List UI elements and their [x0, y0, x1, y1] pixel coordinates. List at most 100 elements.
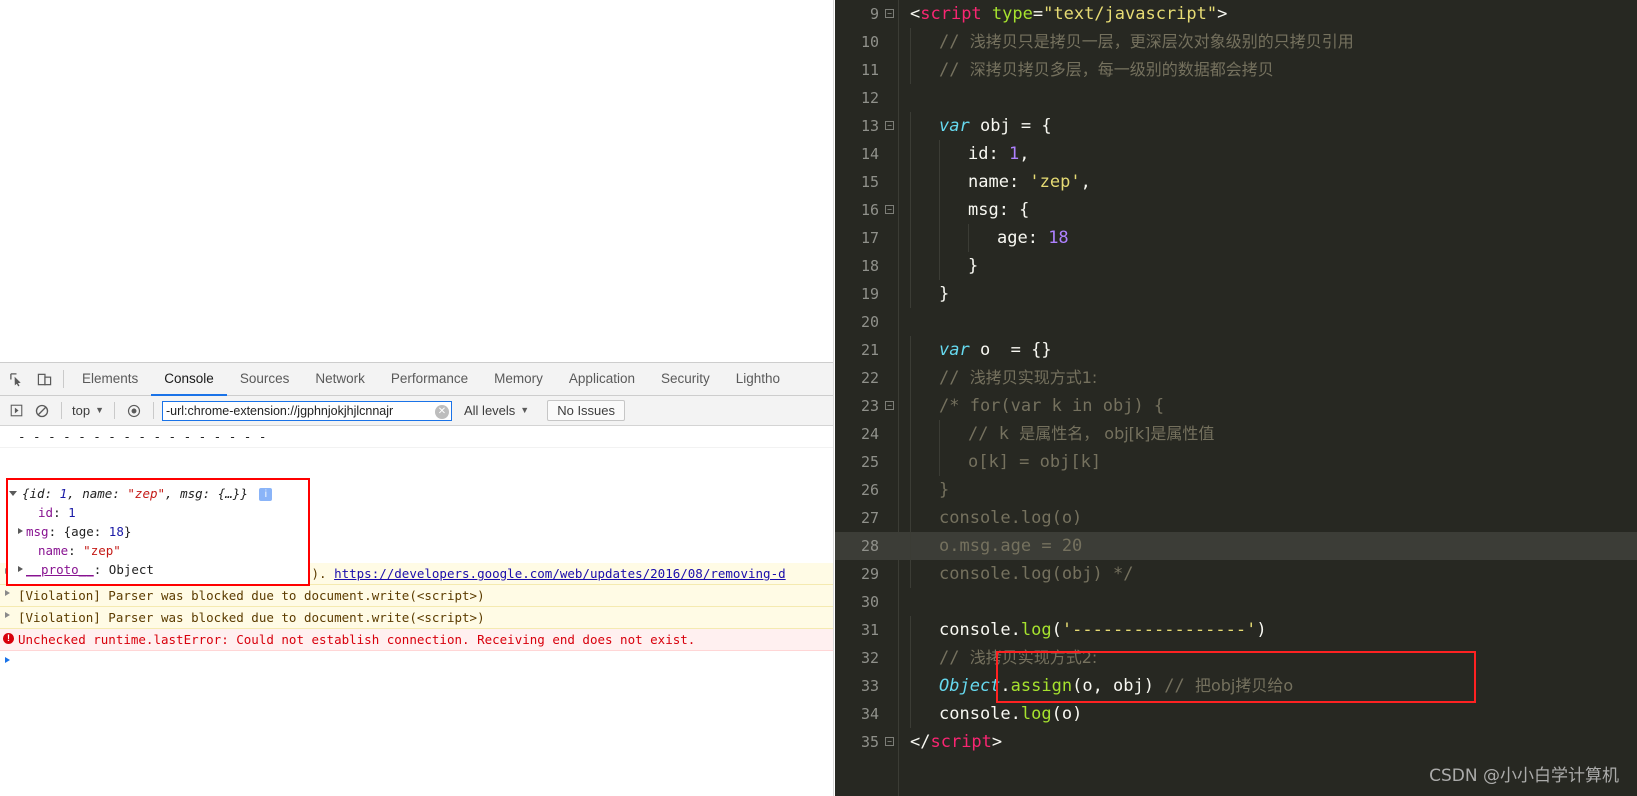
- code-line[interactable]: 9− <script type="text/javascript">: [835, 0, 1637, 28]
- code-editor-pane[interactable]: 9− <script type="text/javascript"> 10 // 浅拷…: [835, 0, 1637, 796]
- code-text: // 深拷贝拷贝多层，每一级别的数据都会拷贝: [939, 56, 1274, 84]
- code-text: // 浅拷贝只是拷贝一层，更深层次对象级别的只拷贝引用: [939, 28, 1354, 56]
- line-number: 9: [869, 5, 879, 23]
- code-line[interactable]: 25 o[k] = obj[k]: [835, 448, 1637, 476]
- code-line[interactable]: 12: [835, 84, 1637, 112]
- code-line[interactable]: 27 console.log(o): [835, 504, 1637, 532]
- console-row-dashes: - - - - - - - - - - - - - - - - -: [0, 426, 833, 448]
- line-number: 34: [860, 705, 879, 723]
- message-link[interactable]: https://developers.google.com/web/update…: [334, 566, 786, 581]
- code-line[interactable]: 31 console.log('-----------------'): [835, 616, 1637, 644]
- code-line[interactable]: 21 var o = {}: [835, 336, 1637, 364]
- expand-triangle-icon[interactable]: [18, 566, 23, 572]
- collapse-triangle-icon[interactable]: [9, 491, 17, 499]
- code-token: obj = {: [969, 116, 1052, 136]
- expand-triangle-icon[interactable]: [18, 528, 23, 534]
- tab-label: Performance: [390, 371, 469, 386]
- line-number: 10: [860, 33, 879, 51]
- code-text: // 浅拷贝实现方式2:: [939, 644, 1097, 672]
- tab-application[interactable]: Application: [556, 363, 648, 396]
- tab-network[interactable]: Network: [302, 363, 378, 396]
- code-token: 浅拷贝实现方式2:: [969, 648, 1098, 667]
- code-line[interactable]: 11 // 深拷贝拷贝多层，每一级别的数据都会拷贝: [835, 56, 1637, 84]
- property-separator: :: [68, 543, 84, 558]
- tab-lighthouse[interactable]: Lightho: [723, 363, 793, 396]
- line-number: 24: [860, 425, 879, 443]
- context-label: top: [72, 403, 91, 418]
- clear-console-icon[interactable]: [29, 398, 55, 424]
- fold-toggle-icon[interactable]: −: [885, 121, 894, 130]
- code-line[interactable]: 23− /* for(var k in obj) {: [835, 392, 1637, 420]
- code-line[interactable]: 30: [835, 588, 1637, 616]
- code-line[interactable]: 26}: [835, 476, 1637, 504]
- log-level-dropdown[interactable]: All levels ▼: [458, 403, 535, 418]
- code-token: }: [939, 284, 950, 304]
- expand-arrow-icon[interactable]: [5, 590, 10, 596]
- code-token: name:: [968, 172, 1030, 192]
- info-badge-icon[interactable]: i: [259, 488, 273, 501]
- console-prompt[interactable]: [0, 651, 833, 663]
- tab-sources[interactable]: Sources: [227, 363, 303, 396]
- code-line[interactable]: 32 // 浅拷贝实现方式2:: [835, 644, 1637, 672]
- object-preview-line[interactable]: {id: 1, name: "zep", msg: {…}} i: [8, 484, 308, 503]
- code-token: </: [910, 732, 931, 752]
- tab-elements[interactable]: Elements: [69, 363, 151, 396]
- indent-guide: [939, 168, 940, 196]
- indent-guide: [939, 140, 940, 168]
- tab-label: Console: [164, 371, 214, 386]
- console-filter-input[interactable]: -url:chrome-extension://jgphnjokjhjlcnna…: [162, 400, 452, 421]
- execute-console-icon[interactable]: [3, 398, 29, 424]
- code-line[interactable]: 34 console.log(o): [835, 700, 1637, 728]
- code-token: }: [939, 480, 950, 500]
- object-property-msg[interactable]: msg: {age: 18}: [8, 522, 308, 541]
- code-line[interactable]: 33 Object.assign(o, obj) // 把obj拷贝给o: [835, 672, 1637, 700]
- line-number: 22: [860, 369, 879, 387]
- code-line[interactable]: 14 id: 1,: [835, 140, 1637, 168]
- live-expression-eye-icon[interactable]: [121, 398, 147, 424]
- inspect-element-icon[interactable]: [2, 363, 30, 395]
- line-number: 31: [860, 621, 879, 639]
- code-token: assign: [1010, 676, 1073, 696]
- code-line[interactable]: 18}: [835, 252, 1637, 280]
- fold-toggle-icon[interactable]: −: [885, 737, 894, 746]
- expand-arrow-icon[interactable]: [5, 612, 10, 618]
- clear-filter-icon[interactable]: ✕: [435, 404, 449, 419]
- code-line[interactable]: 28 o.msg.age = 20: [835, 532, 1637, 560]
- code-line[interactable]: 24 // k 是属性名， obj[k]是属性值: [835, 420, 1637, 448]
- code-token: //: [1153, 676, 1195, 696]
- code-token: o[k] = obj[k]: [968, 452, 1102, 472]
- indent-guide: [910, 168, 911, 196]
- code-line[interactable]: 22 // 浅拷贝实现方式1:: [835, 364, 1637, 392]
- code-line[interactable]: 35− </script>: [835, 728, 1637, 756]
- console-row-violation-2[interactable]: [Violation] Parser was blocked due to do…: [0, 585, 833, 607]
- execution-context-selector[interactable]: top ▼: [68, 403, 108, 418]
- code-line[interactable]: 13− var obj = {: [835, 112, 1637, 140]
- code-line[interactable]: 19}: [835, 280, 1637, 308]
- code-token: //: [939, 648, 970, 668]
- indent-guide: [910, 112, 911, 140]
- fold-toggle-icon[interactable]: −: [885, 401, 894, 410]
- tab-performance[interactable]: Performance: [378, 363, 481, 396]
- tab-console[interactable]: Console: [151, 363, 227, 396]
- indent-guide: [939, 252, 940, 280]
- code-line[interactable]: 29 console.log(obj) */: [835, 560, 1637, 588]
- issues-button[interactable]: No Issues: [547, 400, 626, 421]
- code-line[interactable]: 10 // 浅拷贝只是拷贝一层，更深层次对象级别的只拷贝引用: [835, 28, 1637, 56]
- code-line[interactable]: 15 name: 'zep',: [835, 168, 1637, 196]
- code-line[interactable]: 17 age: 18: [835, 224, 1637, 252]
- code-token: type: [991, 4, 1033, 24]
- indent-guide: [910, 504, 911, 532]
- console-row-error[interactable]: ! Unchecked runtime.lastError: Could not…: [0, 629, 833, 651]
- fold-toggle-icon[interactable]: −: [885, 9, 894, 18]
- devtools-panel: Elements Console Sources Network Perform…: [0, 362, 833, 796]
- code-line[interactable]: 16− msg: {: [835, 196, 1637, 224]
- watermark-text: CSDN @小小白学计算机: [1429, 766, 1619, 786]
- console-row-violation-3[interactable]: [Violation] Parser was blocked due to do…: [0, 607, 833, 629]
- tab-security[interactable]: Security: [648, 363, 723, 396]
- code-line[interactable]: 20: [835, 308, 1637, 336]
- tab-memory[interactable]: Memory: [481, 363, 556, 396]
- device-toolbar-icon[interactable]: [30, 363, 58, 395]
- fold-toggle-icon[interactable]: −: [885, 205, 894, 214]
- code-token: 深拷贝拷贝多层，每一级别的数据都会拷贝: [969, 60, 1274, 79]
- object-property-proto[interactable]: __proto__: Object: [8, 560, 308, 579]
